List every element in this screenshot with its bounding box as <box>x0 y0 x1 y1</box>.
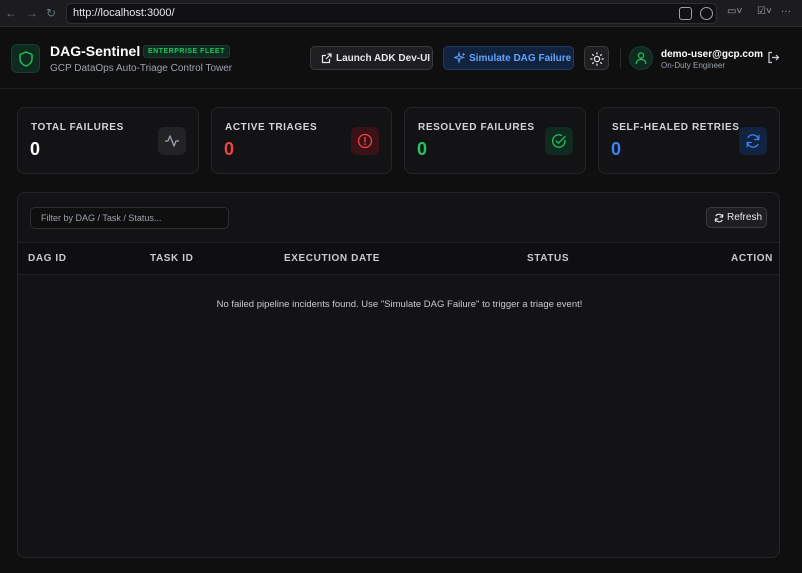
user-email: demo-user@gcp.com <box>661 49 763 60</box>
column-header-action: ACTION <box>731 253 773 264</box>
header-divider <box>620 48 621 68</box>
stat-value: 0 <box>224 139 235 159</box>
simulate-failure-button[interactable]: Simulate DAG Failure <box>443 46 574 70</box>
user-role: On-Duty Engineer <box>661 61 726 70</box>
url-text: http://localhost:3000/ <box>73 7 175 19</box>
stat-card-resolved-failures: RESOLVED FAILURES 0 <box>404 107 586 174</box>
refresh-label: Refresh <box>727 212 763 223</box>
column-header-status[interactable]: STATUS <box>527 253 569 264</box>
cast-icon[interactable]: ▭˅ <box>727 6 742 17</box>
shield-logo <box>11 44 40 73</box>
site-info-icon[interactable] <box>700 7 713 20</box>
stat-label: SELF-HEALED RETRIES <box>612 122 740 133</box>
launch-adk-button[interactable]: Launch ADK Dev-UI <box>310 46 433 70</box>
stat-card-self-healed-retries: SELF-HEALED RETRIES 0 <box>598 107 780 174</box>
stat-value: 0 <box>611 139 622 159</box>
alert-circle-icon <box>351 127 379 155</box>
logout-icon[interactable] <box>767 51 780 64</box>
empty-state-message: No failed pipeline incidents found. Use … <box>216 299 583 310</box>
more-icon[interactable]: ··· <box>781 6 791 17</box>
column-header-task-id[interactable]: TASK ID <box>150 253 193 264</box>
sparkles-icon <box>454 52 466 64</box>
tab-search-icon[interactable] <box>679 7 692 20</box>
sun-icon <box>590 52 604 66</box>
stat-value: 0 <box>417 139 428 159</box>
app-title: DAG-Sentinel <box>50 43 141 59</box>
theme-toggle-button[interactable] <box>584 46 609 70</box>
activity-icon <box>158 127 186 155</box>
column-header-dag-id[interactable]: DAG ID <box>28 253 67 264</box>
refresh-button[interactable]: Refresh <box>706 207 767 228</box>
stat-card-total-failures: TOTAL FAILURES 0 <box>17 107 199 174</box>
browser-toolbar: ← → ↻ http://localhost:3000/ ▭˅ ☑˅ ··· <box>0 0 802 27</box>
stat-card-active-triages: ACTIVE TRIAGES 0 <box>211 107 392 174</box>
stat-value: 0 <box>30 139 41 159</box>
address-bar[interactable]: http://localhost:3000/ <box>66 3 717 24</box>
stat-label: RESOLVED FAILURES <box>418 122 535 133</box>
user-icon <box>635 52 647 65</box>
back-icon[interactable]: ← <box>3 5 19 21</box>
table-header: DAG ID TASK ID EXECUTION DATE STATUS ACT… <box>18 242 779 275</box>
incidents-panel: Refresh DAG ID TASK ID EXECUTION DATE ST… <box>17 192 780 558</box>
shield-icon <box>19 51 33 67</box>
column-header-execution-date[interactable]: EXECUTION DATE <box>284 253 380 264</box>
refresh-icon <box>714 213 724 223</box>
stat-label: ACTIVE TRIAGES <box>225 122 318 133</box>
external-link-icon <box>321 53 332 64</box>
refresh-icon <box>739 127 767 155</box>
check-circle-icon <box>545 127 573 155</box>
app-subtitle: GCP DataOps Auto-Triage Control Tower <box>50 63 233 74</box>
filter-input[interactable] <box>30 207 229 229</box>
simulate-failure-label: Simulate DAG Failure <box>469 53 572 64</box>
app-header: DAG-Sentinel ENTERPRISE FLEET GCP DataOp… <box>0 28 802 89</box>
launch-adk-label: Launch ADK Dev-UI <box>336 53 431 64</box>
avatar[interactable] <box>629 46 653 70</box>
reload-icon[interactable]: ↻ <box>43 5 59 21</box>
forward-icon[interactable]: → <box>24 5 40 21</box>
stat-label: TOTAL FAILURES <box>31 122 124 133</box>
enterprise-badge: ENTERPRISE FLEET <box>143 45 230 58</box>
extensions-icon[interactable]: ☑˅ <box>757 6 772 17</box>
